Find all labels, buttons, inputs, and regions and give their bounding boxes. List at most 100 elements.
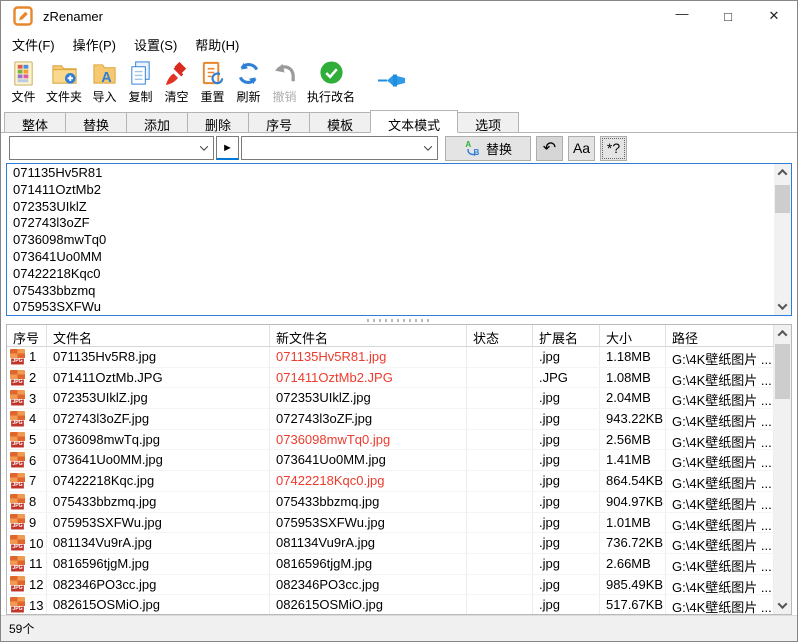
new-name-cell: 082346PO3cc.jpg: [270, 575, 467, 595]
refresh-button[interactable]: 刷新: [232, 59, 265, 106]
path-cell: G:\4K壁纸图片 ...: [666, 430, 774, 450]
text-editor-panel: 071135Hv5R81071411OztMb2072353UIklZ07274…: [6, 163, 792, 316]
table-row[interactable]: JPG8075433bbzmq.jpg075433bbzmq.jpg.jpg90…: [7, 492, 774, 513]
find-combobox[interactable]: [9, 136, 214, 160]
name-cell: 07422218Kqc.jpg: [47, 471, 270, 491]
scroll-track[interactable]: [774, 342, 791, 597]
reset-button[interactable]: 重置: [196, 59, 229, 106]
scroll-down-icon[interactable]: [774, 298, 791, 315]
table-row[interactable]: JPG1071135Hv5R8.jpg071135Hv5R81.jpg.jpg1…: [7, 347, 774, 368]
new-name-cell: 071135Hv5R81.jpg: [270, 347, 467, 367]
apply-arrow-button[interactable]: ►: [216, 136, 239, 160]
table-row[interactable]: JPG707422218Kqc.jpg07422218Kqc0.jpg.jpg8…: [7, 471, 774, 492]
reset-label: 重置: [201, 88, 225, 105]
tab-5[interactable]: 模板: [309, 112, 371, 132]
maximize-icon: □: [724, 9, 732, 24]
splitter-handle[interactable]: [1, 316, 797, 324]
menu-item-3[interactable]: 帮助(H): [186, 31, 248, 58]
path-cell: G:\4K壁纸图片 ...: [666, 368, 774, 388]
editor-scrollbar[interactable]: [774, 164, 791, 315]
column-header-4[interactable]: 扩展名: [533, 325, 600, 346]
tab-3[interactable]: 删除: [187, 112, 249, 132]
table-body: JPG1071135Hv5R8.jpg071135Hv5R81.jpg.jpg1…: [7, 347, 774, 614]
column-header-3[interactable]: 状态: [467, 325, 533, 346]
scroll-up-icon[interactable]: [774, 164, 791, 181]
import-button[interactable]: A 导入: [88, 59, 121, 106]
match-case-label: Aa: [573, 140, 590, 156]
clear-button[interactable]: 清空: [160, 59, 193, 106]
row-number-cell: JPG13: [7, 595, 47, 614]
scroll-up-icon[interactable]: [774, 325, 791, 342]
menu-item-2[interactable]: 设置(S): [125, 31, 186, 58]
match-case-button[interactable]: Aa: [568, 136, 595, 161]
wildcard-button[interactable]: *?: [600, 136, 627, 161]
path-cell: G:\4K壁纸图片 ...: [666, 533, 774, 553]
ext-cell: .jpg: [533, 450, 600, 470]
size-cell: 2.66MB: [600, 554, 666, 574]
status-cell: [467, 347, 533, 367]
chevron-down-icon[interactable]: [419, 145, 437, 151]
add-folder-button[interactable]: 文件夹: [43, 59, 85, 106]
tab-4[interactable]: 序号: [248, 112, 310, 132]
size-cell: 2.56MB: [600, 430, 666, 450]
tab-7[interactable]: 选项: [457, 112, 519, 132]
tab-2[interactable]: 添加: [126, 112, 188, 132]
column-header-0[interactable]: 序号: [7, 325, 47, 346]
execute-rename-button[interactable]: 执行改名: [304, 59, 358, 106]
row-number-cell: JPG5: [7, 430, 47, 450]
status-cell: [467, 368, 533, 388]
path-cell: G:\4K壁纸图片 ...: [666, 409, 774, 429]
file-table: 序号文件名新文件名状态扩展名大小路径 JPG1071135Hv5R8.jpg07…: [6, 324, 792, 615]
table-row[interactable]: JPG3072353UIklZ.jpg072353UIklZ.jpg.jpg2.…: [7, 388, 774, 409]
editor-lines[interactable]: 071135Hv5R81071411OztMb2072353UIklZ07274…: [7, 164, 774, 315]
ext-cell: .jpg: [533, 575, 600, 595]
close-button[interactable]: ✕: [751, 1, 797, 31]
scroll-thumb[interactable]: [775, 344, 790, 399]
minimize-button[interactable]: —: [659, 1, 705, 31]
row-number-cell: JPG8: [7, 492, 47, 512]
column-header-5[interactable]: 大小: [600, 325, 666, 346]
tab-0[interactable]: 整体: [4, 112, 66, 132]
add-files-button[interactable]: 文件: [7, 59, 40, 106]
maximize-button[interactable]: □: [705, 1, 751, 31]
table-row[interactable]: JPG10081134Vu9rA.jpg081134Vu9rA.jpg.jpg7…: [7, 533, 774, 554]
table-row[interactable]: JPG12082346PO3cc.jpg082346PO3cc.jpg.jpg9…: [7, 575, 774, 596]
row-number: 2: [29, 370, 36, 385]
table-scrollbar[interactable]: [774, 325, 791, 614]
tab-6[interactable]: 文本模式: [370, 110, 458, 133]
column-header-6[interactable]: 路径: [666, 325, 774, 346]
new-name-cell: 075953SXFWu.jpg: [270, 513, 467, 533]
column-header-2[interactable]: 新文件名: [270, 325, 467, 346]
path-cell: G:\4K壁纸图片 ...: [666, 513, 774, 533]
table-row[interactable]: JPG4072743l3oZF.jpg072743l3oZF.jpg.jpg94…: [7, 409, 774, 430]
replace-combobox[interactable]: [241, 136, 438, 160]
copy-button[interactable]: 复制: [124, 59, 157, 106]
table-row[interactable]: JPG6073641Uo0MM.jpg073641Uo0MM.jpg.jpg1.…: [7, 450, 774, 471]
size-cell: 864.54KB: [600, 471, 666, 491]
undo-replace-button[interactable]: ↶: [536, 136, 563, 161]
status-cell: [467, 575, 533, 595]
copy-icon: [127, 60, 154, 87]
pin-toggle[interactable]: [377, 72, 409, 89]
scroll-track[interactable]: [774, 181, 791, 298]
scroll-down-icon[interactable]: [774, 597, 791, 614]
editor-line: 075433bbzmq: [13, 283, 774, 300]
jpg-file-icon: JPG: [10, 370, 25, 386]
ext-cell: .jpg: [533, 388, 600, 408]
menu-item-0[interactable]: 文件(F): [3, 31, 64, 58]
table-row[interactable]: JPG50736098mwTq.jpg0736098mwTq0.jpg.jpg2…: [7, 430, 774, 451]
table-row[interactable]: JPG13082615OSMiO.jpg082615OSMiO.jpg.jpg5…: [7, 595, 774, 614]
chevron-down-icon[interactable]: [195, 145, 213, 151]
table-row[interactable]: JPG9075953SXFWu.jpg075953SXFWu.jpg.jpg1.…: [7, 513, 774, 534]
replace-button[interactable]: A B 替换: [445, 136, 531, 161]
size-cell: 1.41MB: [600, 450, 666, 470]
tab-1[interactable]: 替换: [65, 112, 127, 132]
menu-item-1[interactable]: 操作(P): [64, 31, 125, 58]
copy-label: 复制: [129, 88, 153, 105]
ext-cell: .jpg: [533, 347, 600, 367]
table-row[interactable]: JPG2071411OztMb.JPG071411OztMb2.JPG.JPG1…: [7, 368, 774, 389]
name-cell: 072743l3oZF.jpg: [47, 409, 270, 429]
table-row[interactable]: JPG110816596tjgM.jpg0816596tjgM.jpg.jpg2…: [7, 554, 774, 575]
column-header-1[interactable]: 文件名: [47, 325, 270, 346]
scroll-thumb[interactable]: [775, 185, 790, 213]
